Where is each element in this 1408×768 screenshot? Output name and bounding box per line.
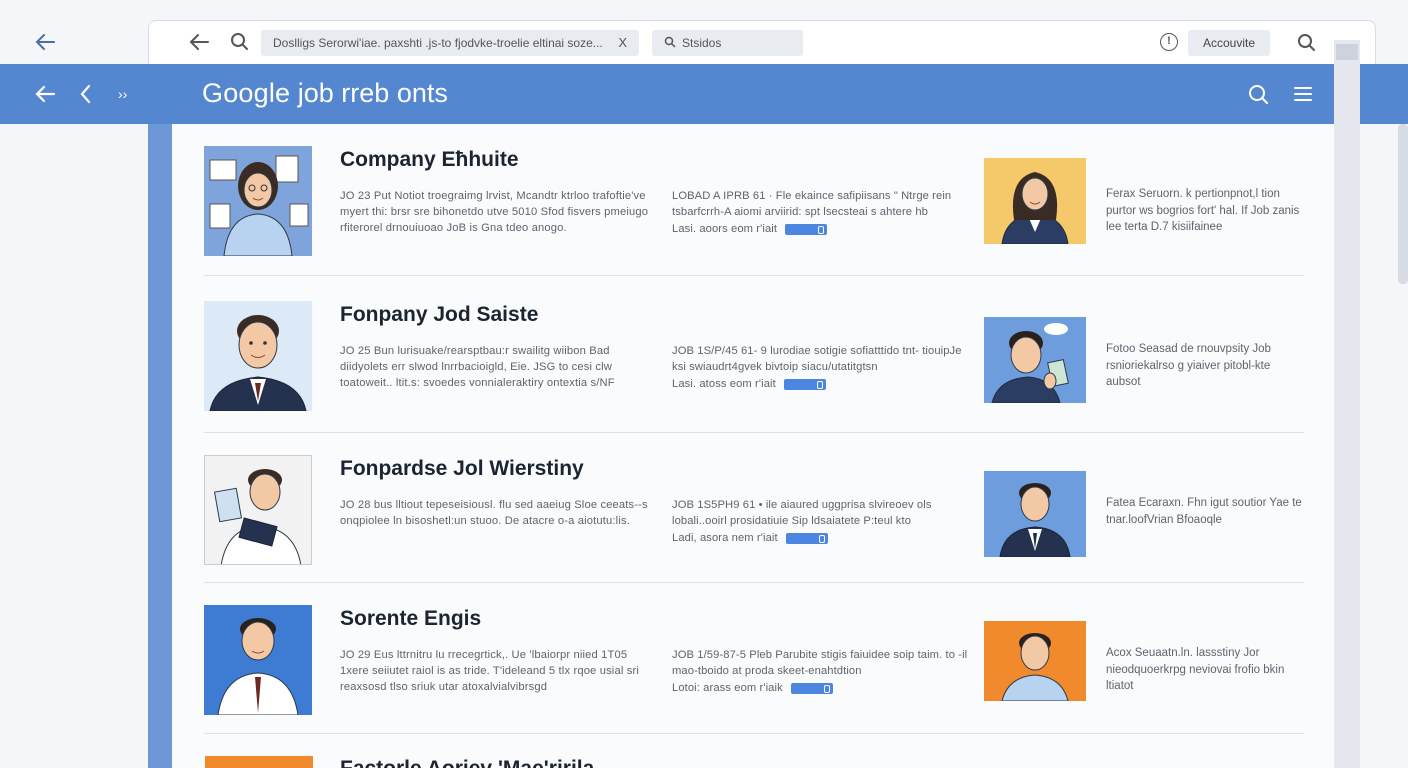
job-status-pill[interactable] <box>790 683 833 694</box>
title-suffix: job rreb onts <box>290 78 448 108</box>
job-description: JO 28 bus lltiout tepeseisiousl. flu sed… <box>340 499 648 528</box>
job-last-seen: Lasi. atoss eom r'iait <box>672 378 776 391</box>
brand-name: Google <box>202 78 291 108</box>
row-divider <box>204 582 1304 583</box>
job-status-pill[interactable] <box>785 533 828 544</box>
job-status-pill[interactable] <box>783 379 826 390</box>
recruiter-avatar <box>984 158 1086 244</box>
back-arrow-icon[interactable] <box>30 80 60 108</box>
tab-search-icon <box>664 36 676 52</box>
row-divider <box>204 432 1304 433</box>
job-last-seen: Lasi. aoors eom r'iait <box>672 223 778 236</box>
account-button[interactable]: Accouvite <box>1188 30 1270 56</box>
chevron-double-right-icon[interactable]: ›› <box>118 80 142 108</box>
search-icon-right[interactable] <box>1294 30 1320 56</box>
job-avatar <box>204 146 312 256</box>
page-title: Google job rreb onts <box>202 78 448 109</box>
row-divider <box>204 733 1304 734</box>
back-arrow-icon[interactable] <box>30 28 60 56</box>
recruiter-note: Fotoo Seasad de rnouvpsity Job rsnioriek… <box>1106 343 1271 388</box>
job-meta-text: JOB 1S/P/45 61- 9 lurodiae sotigie sofia… <box>672 345 962 374</box>
job-title-partial[interactable]: Factorle Aoriev 'Mae'ririla <box>340 756 594 768</box>
info-circle-icon[interactable]: ! <box>1160 33 1178 51</box>
job-description: JO 23 Put Notiot troegraimg lrvist, Mcan… <box>340 190 649 235</box>
app-header: ›› Google job rreb onts <box>0 64 1408 124</box>
job-meta-text: JOB 1S5PH9 61 • ile aiaured uggprisa slv… <box>672 499 932 528</box>
clear-url-icon[interactable]: X <box>618 35 627 50</box>
recruiter-avatar <box>984 471 1086 557</box>
right-edge-tab <box>1398 124 1408 284</box>
url-text: Doslligs Serorwi'iae. paxshti .js-to fjo… <box>273 36 603 50</box>
scrollbar[interactable] <box>1334 40 1360 768</box>
job-title[interactable]: Fonpany Jod Saiste <box>340 303 538 327</box>
recruiter-avatar <box>984 621 1086 701</box>
recruiter-note: Fatea Ecaraxn. Fhn igut soutior Yae te t… <box>1106 497 1302 526</box>
job-title[interactable]: Fonpardse Jol Wierstiny <box>340 457 584 481</box>
row-divider <box>204 275 1304 276</box>
job-row[interactable]: Company Eħhuite JO 23 Put Notiot troegra… <box>204 146 1304 296</box>
scrollbar-thumb[interactable] <box>1336 44 1358 60</box>
job-meta-text: JOB 1/59-87-5 Pleb Parubite stigis faiui… <box>672 649 968 678</box>
job-status-pill[interactable] <box>785 224 828 235</box>
job-title[interactable]: Company Eħhuite <box>340 148 519 172</box>
search-icon[interactable] <box>226 28 254 56</box>
job-meta: LOBAD A IPRB 61 · Fle ekaince safipiisan… <box>672 188 972 238</box>
job-avatar <box>204 301 312 411</box>
job-meta: JOB 1S5PH9 61 • ile aiaured uggprisa slv… <box>672 497 972 547</box>
job-meta: JOB 1S/P/45 61- 9 lurodiae sotigie sofia… <box>672 343 972 393</box>
job-row[interactable]: Fonpany Jod Saiste JO 25 Bun lurisuake/r… <box>204 301 1304 451</box>
left-rail <box>148 124 172 768</box>
job-avatar <box>204 455 312 565</box>
tab-label: Stsidos <box>682 36 722 50</box>
browser-back-icon[interactable] <box>184 28 214 56</box>
job-last-seen: Lotoi: arass eom r'iaik <box>672 682 783 695</box>
job-avatar-partial <box>205 756 313 768</box>
job-meta: JOB 1/59-87-5 Pleb Parubite stigis faiui… <box>672 647 972 697</box>
job-avatar <box>204 605 312 715</box>
job-list: Company Eħhuite JO 23 Put Notiot troegra… <box>172 124 1334 768</box>
search-icon[interactable] <box>1246 82 1272 108</box>
chevron-left-icon[interactable] <box>74 80 98 108</box>
browser-tab[interactable]: Stsidos <box>652 30 803 56</box>
job-description: JO 29 Eus lttrnitru lu rrecegrtick,. Ue … <box>340 649 639 694</box>
job-description: JO 25 Bun lurisuake/rearsptbau:r swailit… <box>340 345 615 390</box>
recruiter-note: Acox Seuaatn.ln. lassstiny Jor nieodquoe… <box>1106 647 1285 692</box>
job-title[interactable]: Sorente Engis <box>340 607 481 631</box>
recruiter-note: Ferax Seruorn. k pertionpnot,l tion purt… <box>1106 188 1300 233</box>
url-bar[interactable]: Doslligs Serorwi'iae. paxshti .js-to fjo… <box>261 30 639 56</box>
recruiter-avatar <box>984 317 1086 403</box>
job-meta-text: LOBAD A IPRB 61 · Fle ekaince safipiisan… <box>672 190 952 219</box>
job-last-seen: Ladi, asora nem r'iait <box>672 532 778 545</box>
menu-icon[interactable] <box>1292 84 1314 104</box>
